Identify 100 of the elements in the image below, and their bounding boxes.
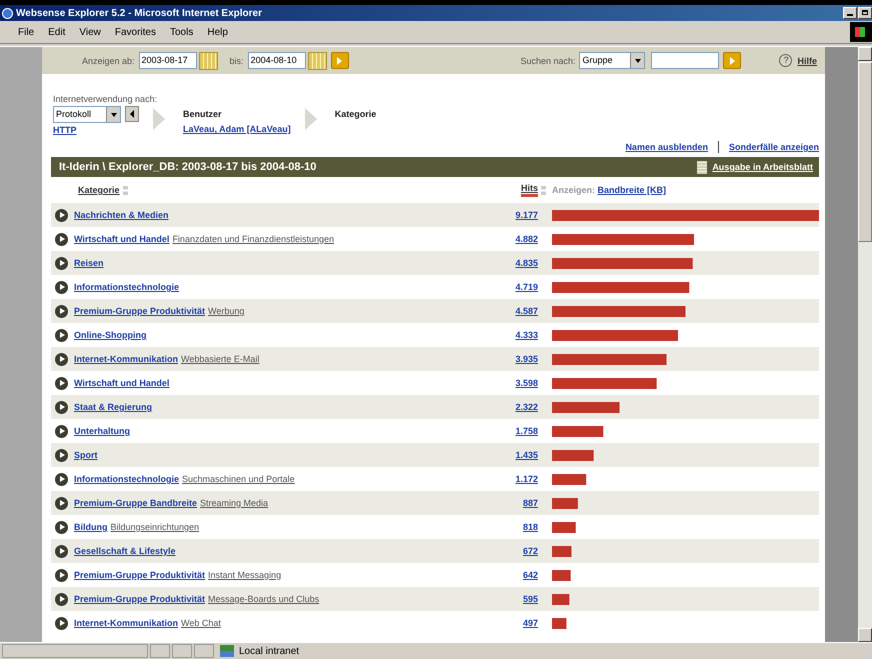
hits-link[interactable]: 3.598	[498, 378, 538, 388]
bandwidth-bar	[552, 450, 594, 461]
play-icon[interactable]	[55, 376, 68, 390]
hits-link[interactable]: 818	[498, 522, 538, 532]
menu-item[interactable]: File	[18, 26, 34, 38]
back-button[interactable]	[125, 106, 139, 122]
measure-link[interactable]: Bandbreite [KB]	[598, 185, 666, 195]
subcategory-link[interactable]: Bildungseinrichtungen	[110, 522, 200, 532]
restore-icon[interactable]	[858, 7, 872, 19]
breadcrumb-link[interactable]: HTTP	[53, 125, 139, 135]
hits-link[interactable]: 672	[498, 546, 538, 556]
hits-link[interactable]: 2.322	[498, 402, 538, 412]
minimize-icon[interactable]	[843, 7, 857, 19]
category-link[interactable]: Sport	[74, 450, 98, 460]
status-pane	[172, 644, 192, 658]
hits-link[interactable]: 887	[498, 498, 538, 508]
help-link[interactable]: Hilfe	[797, 56, 817, 66]
subcategory-link[interactable]: Web Chat	[181, 618, 221, 628]
category-link[interactable]: Premium-Gruppe Produktivität	[74, 306, 206, 316]
report-title: It-Iderin \ Explorer_DB: 2003-08-17 bis 2004-08-10	[59, 161, 318, 173]
play-icon[interactable]	[55, 208, 68, 222]
hits-link[interactable]: 4.835	[498, 258, 538, 268]
go-button[interactable]	[723, 52, 742, 69]
play-icon[interactable]	[55, 400, 68, 414]
search-select[interactable]: Gruppe	[579, 52, 646, 69]
hits-link[interactable]: 4.882	[498, 234, 538, 244]
play-icon[interactable]	[55, 520, 68, 534]
category-link[interactable]: Wirtschaft und Handel	[74, 378, 170, 388]
category-link[interactable]: Premium-Gruppe Produktivität	[74, 570, 206, 580]
bandwidth-bar	[552, 522, 576, 533]
subcategory-link[interactable]: Suchmaschinen und Portale	[182, 474, 295, 484]
category-link[interactable]: Online-Shopping	[74, 330, 146, 340]
hits-link[interactable]: 3.935	[498, 354, 538, 364]
hits-link[interactable]: 497	[498, 618, 538, 628]
calendar-icon[interactable]	[198, 52, 218, 70]
play-icon[interactable]	[55, 544, 68, 558]
category-link[interactable]: Nachrichten & Medien	[74, 210, 169, 220]
category-link[interactable]: Informationstechnologie	[74, 282, 180, 292]
category-link[interactable]: Internet-Kommunikation	[74, 618, 178, 628]
category-link[interactable]: Internet-Kommunikation	[74, 354, 178, 364]
calendar-icon[interactable]	[308, 52, 327, 70]
go-button[interactable]	[330, 52, 349, 69]
menu-item[interactable]: Favorites	[114, 26, 156, 38]
date-field[interactable]: 2004-08-10	[248, 52, 306, 69]
breadcrumb-link[interactable]: LaVeau, Adam [ALaVeau]	[183, 124, 291, 134]
play-icon[interactable]	[55, 280, 68, 294]
category-link[interactable]: Unterhaltung	[74, 426, 130, 436]
bandwidth-bar	[552, 618, 566, 629]
scrollbar[interactable]	[858, 47, 872, 642]
hits-link[interactable]: 1.758	[498, 426, 538, 436]
date-field[interactable]: 2003-08-17	[138, 52, 197, 69]
play-icon[interactable]	[55, 256, 68, 270]
play-icon[interactable]	[55, 592, 68, 606]
category-link[interactable]: Bildung	[74, 522, 108, 532]
play-icon[interactable]	[55, 232, 68, 246]
help-icon[interactable]: ?	[779, 54, 792, 67]
play-icon[interactable]	[55, 472, 68, 486]
play-icon[interactable]	[55, 328, 68, 342]
category-link[interactable]: Informationstechnologie	[74, 474, 180, 484]
subcategory-link[interactable]: Streaming Media	[200, 498, 268, 508]
hits-link[interactable]: 4.719	[498, 282, 538, 292]
category-link[interactable]: Premium-Gruppe Bandbreite	[74, 498, 198, 508]
menu-item[interactable]: Edit	[48, 26, 66, 38]
dimension-select[interactable]: Protokoll	[53, 106, 121, 123]
category-link[interactable]: Reisen	[74, 258, 104, 268]
hits-link[interactable]: 595	[498, 594, 538, 604]
play-icon[interactable]	[55, 568, 68, 582]
hits-link[interactable]: 642	[498, 570, 538, 580]
category-link[interactable]: Gesellschaft & Lifestyle	[74, 546, 176, 556]
hits-link[interactable]: 4.587	[498, 306, 538, 316]
hits-link[interactable]: 1.435	[498, 450, 538, 460]
category-link[interactable]: Wirtschaft und Handel	[74, 234, 170, 244]
play-icon[interactable]	[55, 424, 68, 438]
search-field[interactable]	[651, 52, 720, 69]
menu-item[interactable]: View	[79, 26, 101, 38]
step-title: Benutzer	[183, 108, 223, 121]
menu-item[interactable]: Help	[207, 26, 228, 38]
play-icon[interactable]	[55, 448, 68, 462]
category-link[interactable]: Premium-Gruppe Produktivität	[74, 594, 206, 604]
play-icon[interactable]	[55, 304, 68, 318]
column-header[interactable]: Kategorie	[78, 185, 120, 195]
hits-link[interactable]: 4.333	[498, 330, 538, 340]
subcategory-link[interactable]: Instant Messaging	[208, 570, 282, 580]
subcategory-link[interactable]: Webbasierte E-Mail	[181, 354, 260, 364]
subcategory-link[interactable]: Werbung	[208, 306, 244, 316]
play-icon[interactable]	[55, 496, 68, 510]
category-link[interactable]: Staat & Regierung	[74, 402, 152, 412]
status-pane	[194, 644, 214, 658]
hits-link[interactable]: 1.172	[498, 474, 538, 484]
bandwidth-bar	[552, 474, 586, 485]
menu-item[interactable]: Tools	[170, 26, 194, 38]
action-link[interactable]: Namen ausblenden	[625, 142, 708, 152]
action-link[interactable]: Sonderfälle anzeigen	[728, 142, 819, 152]
column-header[interactable]: Hits	[520, 183, 538, 197]
hits-link[interactable]: 9.177	[498, 210, 538, 220]
play-icon[interactable]	[55, 352, 68, 366]
subcategory-link[interactable]: Message-Boards und Clubs	[208, 594, 320, 604]
subcategory-link[interactable]: Finanzdaten und Finanzdienstleistungen	[172, 234, 334, 244]
play-icon[interactable]	[55, 616, 68, 630]
export-link[interactable]: Ausgabe in Arbeitsblatt	[712, 162, 813, 172]
